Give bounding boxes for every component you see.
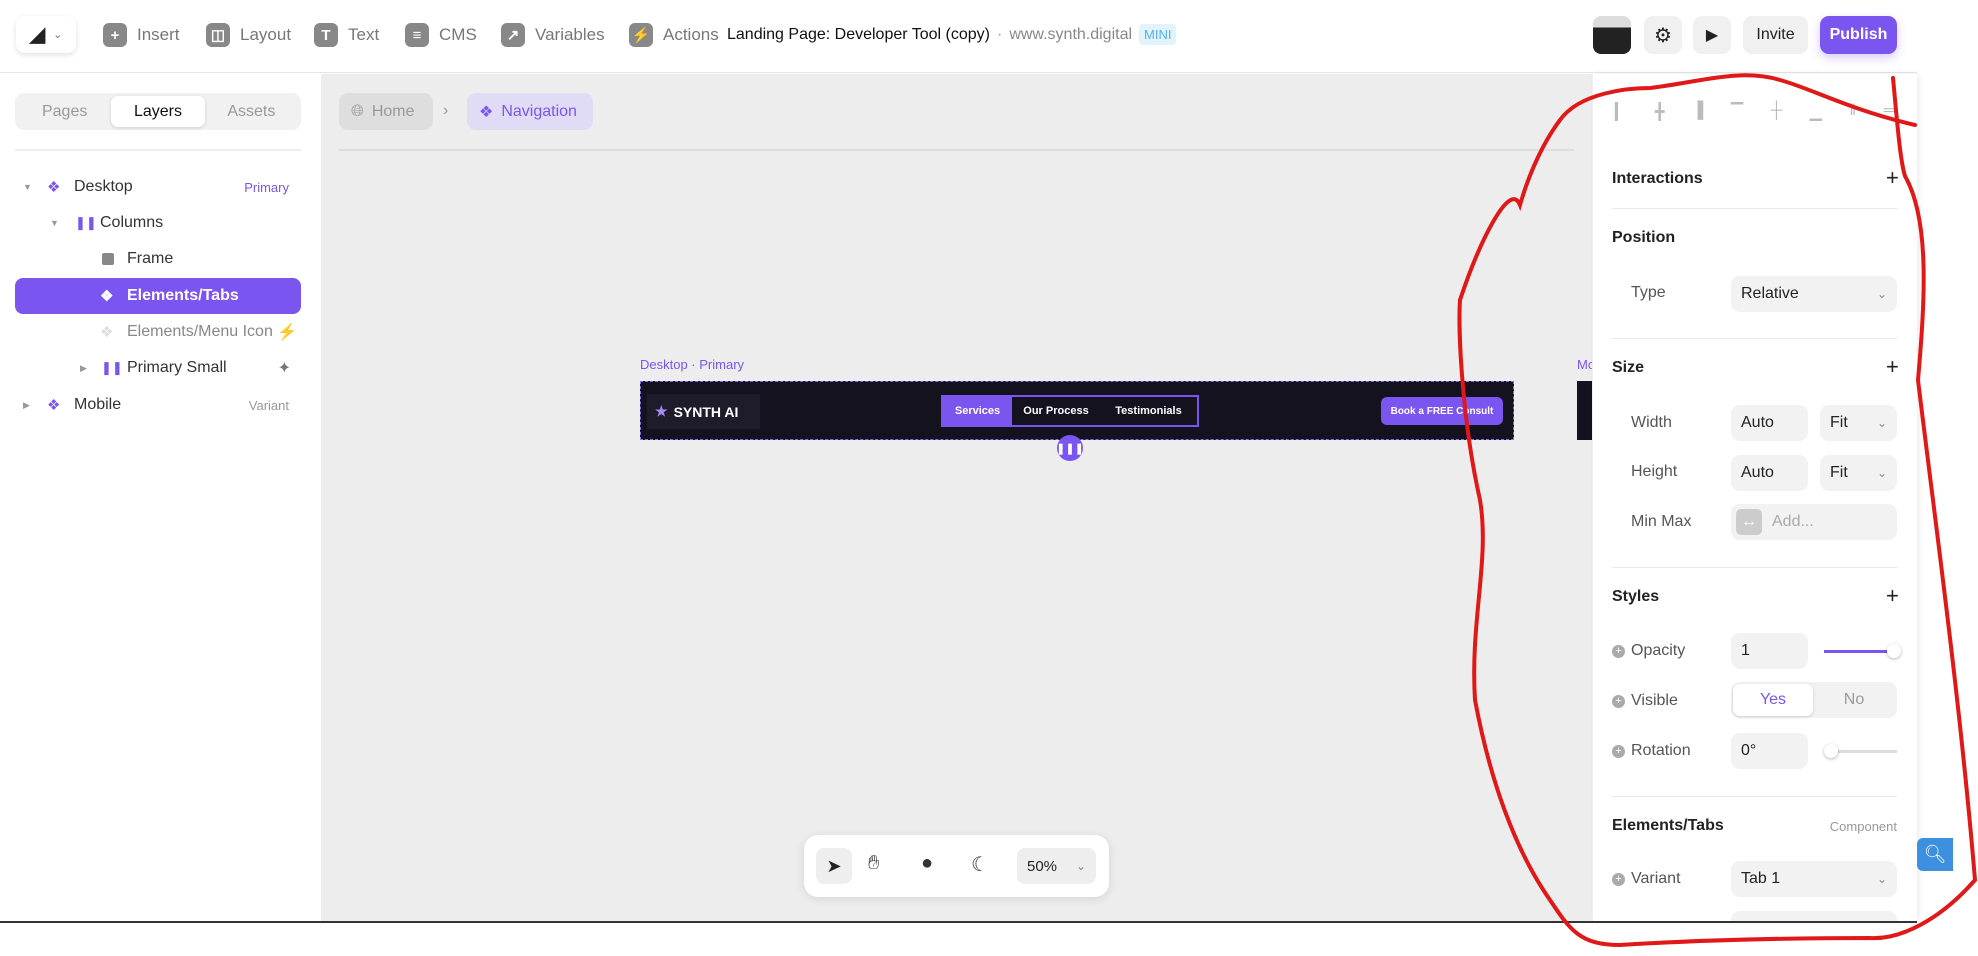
annotation-stroke <box>1457 73 1978 948</box>
red-annotation-loop <box>1457 73 1978 948</box>
